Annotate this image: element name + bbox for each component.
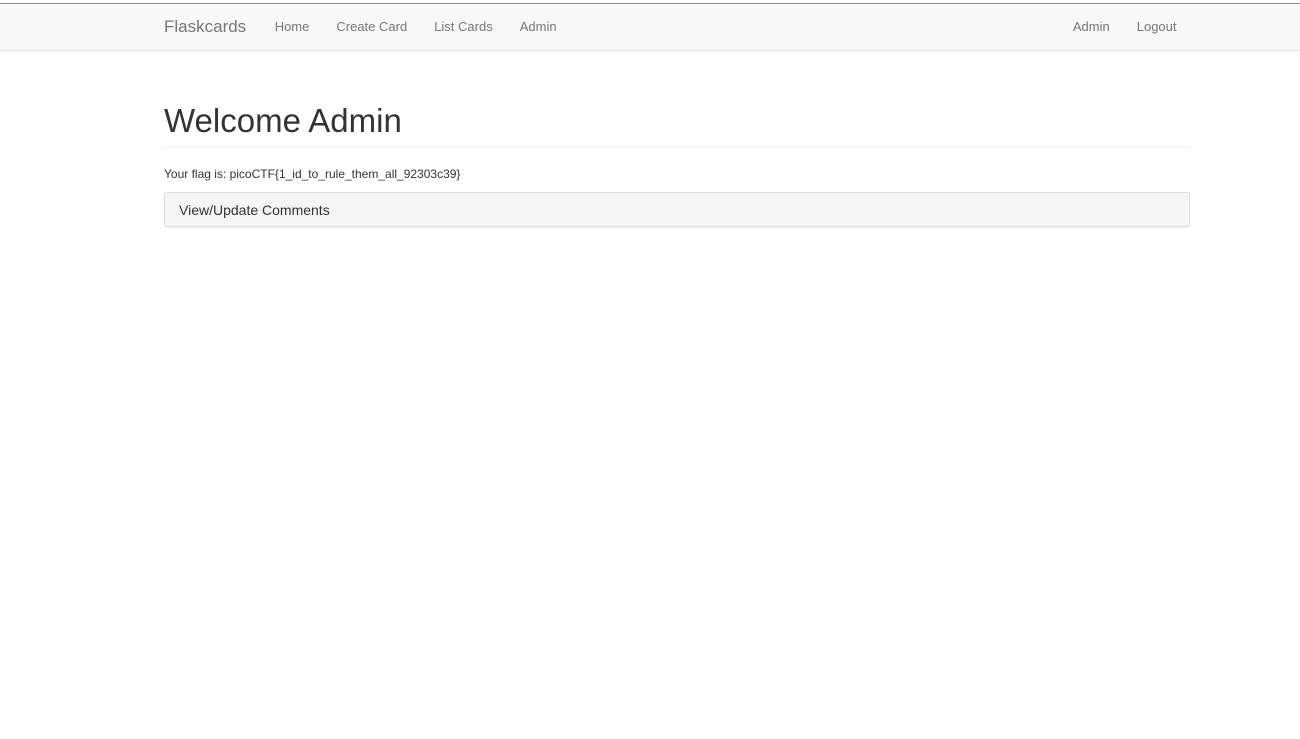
navbar-container: Flaskcards Home Create Card List Cards A… (149, 4, 1190, 50)
comments-panel-title[interactable]: View/Update Comments (179, 202, 330, 218)
nav-link-list-cards[interactable]: List Cards (421, 4, 507, 50)
navbar-right: Admin Logout (1059, 4, 1190, 50)
nav-link-create-card[interactable]: Create Card (323, 4, 421, 50)
nav-link-home[interactable]: Home (261, 4, 323, 50)
comments-panel[interactable]: View/Update Comments (164, 192, 1190, 227)
nav-link-logout[interactable]: Logout (1123, 4, 1190, 50)
nav-link-admin-user[interactable]: Admin (1059, 4, 1123, 50)
navbar-left: Flaskcards Home Create Card List Cards A… (149, 4, 570, 50)
brand-link[interactable]: Flaskcards (149, 4, 261, 50)
page-title: Welcome Admin (164, 102, 402, 139)
main-content: Welcome Admin Your flag is: picoCTF{1_id… (164, 51, 1190, 227)
page-header: Welcome Admin (164, 103, 1190, 148)
nav-link-admin[interactable]: Admin (506, 4, 570, 50)
flag-text: Your flag is: picoCTF{1_id_to_rule_them_… (164, 167, 461, 181)
navbar: Flaskcards Home Create Card List Cards A… (0, 4, 1300, 51)
